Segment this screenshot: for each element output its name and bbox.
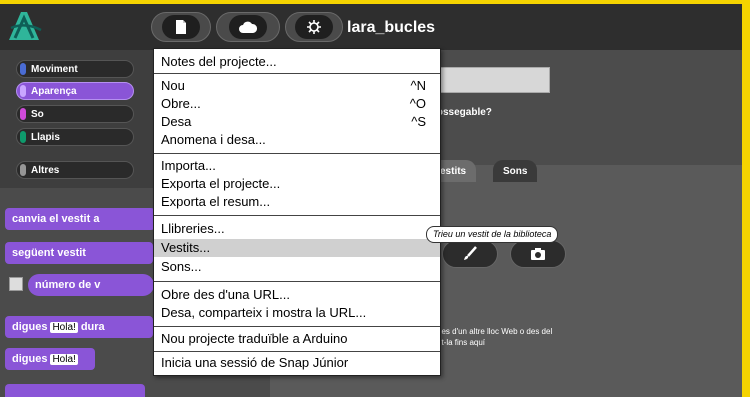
menu-separator — [154, 281, 440, 282]
paintbrush-icon — [464, 246, 477, 260]
settings-button[interactable] — [285, 12, 343, 42]
camera-costume-button[interactable] — [510, 240, 566, 268]
draggable-label[interactable]: rossegable? — [433, 107, 492, 118]
say-block[interactable]: digues Hola! — [5, 348, 95, 370]
menu-separator — [154, 351, 440, 352]
next-costume-block[interactable]: següent vestit — [5, 242, 153, 264]
say-text-slot[interactable]: Hola! — [50, 353, 78, 365]
menu-item-save-share-url[interactable]: Desa, comparteix i mostra la URL... — [154, 305, 440, 321]
top-bar: lara_bucles — [0, 4, 742, 50]
menu-item-open[interactable]: Obre... ^O — [154, 96, 440, 112]
category-looks[interactable]: Aparença — [16, 82, 134, 100]
tab-sounds[interactable]: Sons — [493, 160, 538, 182]
menu-item-export-project[interactable]: Exporta el projecte... — [154, 176, 440, 192]
file-icon — [176, 20, 186, 34]
menu-item-arduino-project[interactable]: Nou projecte traduïble a Arduino — [154, 331, 440, 347]
file-menu-button[interactable] — [151, 12, 211, 42]
menu-item-sounds[interactable]: Sons... — [154, 259, 440, 275]
think-block-partial[interactable] — [5, 384, 145, 397]
gear-icon — [307, 20, 321, 34]
menu-item-open-url[interactable]: Obre des d'una URL... — [154, 287, 440, 303]
menu-item-save-as[interactable]: Anomena i desa... — [154, 132, 440, 148]
menu-item-snap-junior[interactable]: Inicia una sessió de Snap Júnior — [154, 355, 440, 371]
costume-number-checkbox[interactable] — [9, 277, 23, 291]
menu-item-costumes[interactable]: Vestits... — [154, 239, 440, 257]
switch-costume-block[interactable]: canvia el vestit a — [5, 208, 155, 230]
menu-separator — [154, 153, 440, 154]
say-for-text-slot[interactable]: Hola! — [50, 321, 78, 333]
category-motion[interactable]: Moviment — [16, 60, 134, 78]
sprite-name-field[interactable]: e — [430, 67, 550, 93]
menu-separator — [154, 73, 440, 74]
costume-number-reporter[interactable]: número de v — [28, 274, 154, 296]
menu-item-export-summary[interactable]: Exporta el resum... — [154, 194, 440, 210]
category-other[interactable]: Altres — [16, 161, 134, 179]
project-title: lara_bucles — [347, 19, 436, 36]
menu-separator — [154, 215, 440, 216]
menu-item-project-notes[interactable]: Notes del projecte... — [154, 54, 440, 70]
menu-item-save[interactable]: Desa ^S — [154, 114, 440, 130]
camera-icon — [531, 248, 545, 260]
screen-frame-right — [742, 0, 750, 397]
cloud-icon — [239, 21, 257, 33]
say-for-block[interactable]: digues Hola! dura — [5, 316, 153, 338]
category-pen[interactable]: Llapis — [16, 128, 134, 146]
menu-separator — [154, 326, 440, 327]
costumes-tooltip: Trieu un vestit de la biblioteca — [426, 226, 559, 243]
menu-item-import[interactable]: Importa... — [154, 158, 440, 174]
snap-logo-icon[interactable] — [5, 8, 45, 44]
file-menu: Notes del projecte... Nou ^N Obre... ^O De… — [153, 48, 441, 376]
cloud-button[interactable] — [216, 12, 280, 42]
menu-item-libraries[interactable]: Llibreries... — [154, 221, 440, 237]
costume-help-text: des d'un altre lloc Web o des del nt-la … — [437, 327, 553, 347]
paint-new-costume-button[interactable] — [442, 240, 498, 268]
category-sound[interactable]: So — [16, 105, 134, 123]
menu-item-new[interactable]: Nou ^N — [154, 78, 440, 94]
